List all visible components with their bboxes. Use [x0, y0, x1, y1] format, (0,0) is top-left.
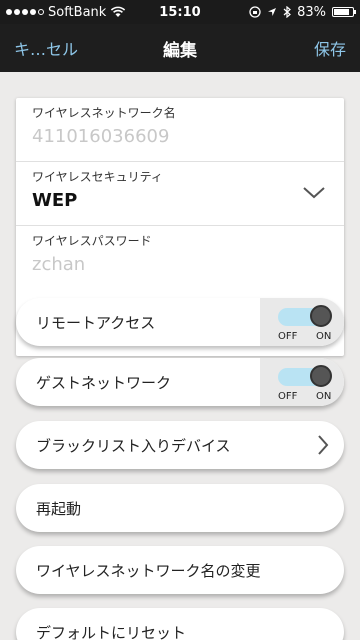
password-label: ワイヤレスパスワード [32, 234, 152, 248]
guest-network-label: ゲストネットワーク [36, 373, 172, 392]
toggle-track [278, 365, 332, 387]
page-title: 編集 [163, 40, 197, 61]
ssid-field[interactable]: ワイヤレスネットワーク名 41101603660​9 [16, 98, 344, 162]
rename-ssid-button[interactable]: ワイヤレスネットワーク名の変更 [16, 546, 344, 594]
signal-strength-icon [6, 9, 44, 15]
toggle-knob [310, 305, 332, 327]
nav-bar: キ…セル 編集 保存 [0, 24, 360, 72]
remote-access-toggle[interactable]: OFF ON [260, 298, 344, 346]
rotation-lock-icon [249, 6, 261, 18]
content-area: ワイヤレスネットワーク名 41101603660​9 ワイヤレスセキュリティ W… [0, 72, 360, 640]
guest-network-toggle[interactable]: OFF ON [260, 358, 344, 406]
ssid-value: 41101603660​9 [32, 126, 170, 147]
guest-network-row: ゲストネットワーク OFF ON [16, 358, 344, 406]
toggle-on-label: ON [316, 391, 332, 402]
location-icon [268, 8, 277, 16]
carrier-name: SoftBank [48, 4, 107, 20]
status-left: SoftBank [6, 5, 136, 20]
status-time: 15:10 [159, 4, 201, 20]
factory-reset-button[interactable]: デフォルトにリセット [16, 608, 344, 640]
save-button[interactable]: 保存 [256, 36, 346, 60]
chevron-down-icon [303, 187, 325, 199]
security-label: ワイヤレスセキュリティ [32, 170, 163, 184]
reboot-button[interactable]: 再起動 [16, 484, 344, 532]
security-value: WEP [32, 190, 78, 211]
bluetooth-icon [283, 6, 292, 18]
status-right: 83% [224, 4, 356, 20]
battery-percent: 83% [297, 4, 326, 20]
blacklist-devices-button[interactable]: ブラックリスト入りデバイス [16, 421, 344, 469]
wifi-icon [111, 6, 126, 17]
remote-access-row: リモートアクセス OFF ON [16, 298, 344, 346]
remote-access-label: リモートアクセス [36, 313, 156, 332]
toggle-track [278, 305, 332, 327]
factory-reset-label: デフォルトにリセット [36, 623, 187, 640]
security-select[interactable]: ワイヤレスセキュリティ WEP [16, 162, 344, 226]
blacklist-label: ブラックリスト入りデバイス [36, 436, 231, 455]
password-field[interactable]: ワイヤレスパスワード zchan [16, 226, 344, 290]
toggle-off-label: OFF [278, 391, 298, 402]
cancel-button[interactable]: キ…セル [14, 36, 104, 60]
toggle-on-label: ON [316, 331, 332, 342]
chevron-right-icon [318, 435, 329, 455]
battery-icon [332, 7, 356, 17]
toggle-off-label: OFF [278, 331, 298, 342]
status-bar: SoftBank 15:10 83% [0, 0, 360, 24]
password-value: zchan [32, 254, 86, 275]
ssid-label: ワイヤレスネットワーク名 [32, 106, 176, 120]
reboot-label: 再起動 [36, 499, 82, 518]
toggle-knob [310, 365, 332, 387]
rename-ssid-label: ワイヤレスネットワーク名の変更 [36, 561, 261, 580]
